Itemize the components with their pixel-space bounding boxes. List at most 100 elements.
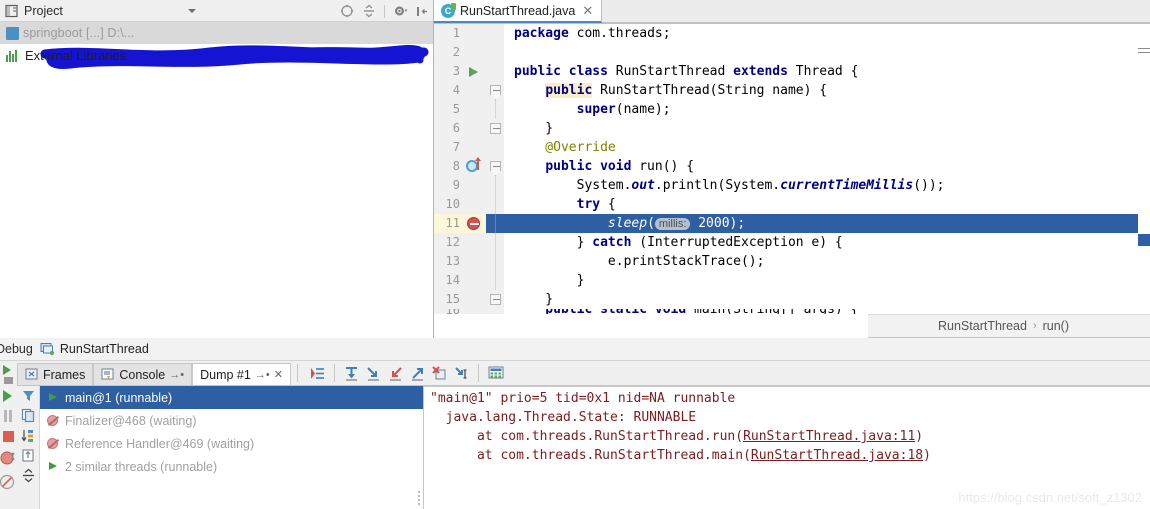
filter-icon[interactable] xyxy=(21,388,36,403)
project-panel-toolbar xyxy=(340,0,429,22)
stack-trace-link[interactable]: RunStartThread.java:18 xyxy=(751,448,923,463)
gutter-marker[interactable] xyxy=(464,252,486,271)
code-text: } xyxy=(514,121,554,136)
tree-row-module[interactable]: springboot [...] D:\... xyxy=(0,22,433,44)
line-number: 6 xyxy=(434,119,464,138)
gutter-marker[interactable] xyxy=(464,290,486,309)
gutter-marker[interactable] xyxy=(464,81,486,100)
gutter-marker[interactable] xyxy=(464,309,486,314)
export-threads-icon[interactable] xyxy=(310,366,325,381)
fold-gutter[interactable] xyxy=(486,176,504,195)
thread-list-item[interactable]: Finalizer@468 (waiting) xyxy=(40,409,423,432)
pin-tab-icon[interactable]: →• xyxy=(169,369,184,381)
fold-gutter[interactable] xyxy=(486,309,504,314)
fold-gutter[interactable] xyxy=(486,252,504,271)
line-number: 15 xyxy=(434,290,464,309)
gutter-marker[interactable] xyxy=(464,271,486,290)
fold-gutter[interactable] xyxy=(486,81,504,100)
stack-line: at com.threads.RunStartThread.main(RunSt… xyxy=(430,446,1150,465)
fold-end-icon[interactable] xyxy=(490,123,501,134)
gutter-marker[interactable] xyxy=(464,176,486,195)
gutter-marker[interactable] xyxy=(464,43,486,62)
close-icon[interactable]: ✕ xyxy=(274,368,283,381)
force-step-into-icon[interactable] xyxy=(388,366,403,381)
collapse-all-icon[interactable] xyxy=(362,4,376,18)
step-over-icon[interactable] xyxy=(344,366,359,381)
fold-gutter[interactable] xyxy=(486,24,504,43)
fold-start-icon[interactable] xyxy=(490,85,501,100)
fold-gutter[interactable] xyxy=(486,62,504,81)
fold-gutter[interactable] xyxy=(486,271,504,290)
editor-tab-runstartthread[interactable]: C RunStartThread.java ✕ xyxy=(434,0,603,23)
fold-end-icon[interactable] xyxy=(490,294,501,305)
gutter-marker[interactable] xyxy=(464,195,486,214)
fold-gutter[interactable] xyxy=(486,195,504,214)
thread-list-item[interactable]: 2 similar threads (runnable) xyxy=(40,455,423,478)
fold-gutter[interactable] xyxy=(486,214,504,233)
fold-gutter[interactable] xyxy=(486,138,504,157)
gutter-marker[interactable] xyxy=(464,233,486,252)
run-to-cursor-icon[interactable] xyxy=(454,366,469,381)
gutter-marker[interactable] xyxy=(464,100,486,119)
fold-start-icon[interactable] xyxy=(490,161,501,176)
sort-icon[interactable] xyxy=(21,428,36,443)
step-out-icon[interactable] xyxy=(410,366,425,381)
line-number: 4 xyxy=(434,81,464,100)
pin-tab-icon[interactable]: →• xyxy=(255,369,270,381)
code-text: @Override xyxy=(514,140,616,155)
collapse-icon[interactable] xyxy=(21,468,36,483)
fold-gutter[interactable] xyxy=(486,100,504,119)
tab-dump-1[interactable]: Dump #1 →• ✕ xyxy=(192,363,291,385)
thread-dump-output[interactable]: "main@1" prio=5 tid=0x1 nid=NA runnable … xyxy=(424,386,1150,509)
drop-frame-icon[interactable] xyxy=(432,365,447,381)
gutter-marker[interactable] xyxy=(464,138,486,157)
line-number: 2 xyxy=(434,43,464,62)
editor-tab-label: RunStartThread.java xyxy=(460,3,576,18)
thread-list-item[interactable]: Reference Handler@469 (waiting) xyxy=(40,432,423,455)
tree-row-external-libraries[interactable]: External Libraries xyxy=(0,44,433,66)
code-line: 14 } xyxy=(434,271,1150,290)
gutter-marker[interactable] xyxy=(464,24,486,43)
export-icon[interactable] xyxy=(21,448,36,463)
stack-line: "main@1" prio=5 tid=0x1 nid=NA runnable xyxy=(430,391,736,406)
fold-gutter[interactable] xyxy=(486,43,504,62)
locate-icon[interactable] xyxy=(340,4,354,18)
resize-grip[interactable] xyxy=(418,491,420,505)
gutter-marker[interactable] xyxy=(464,157,486,176)
chevron-down-icon[interactable] xyxy=(188,9,196,13)
line-number: 7 xyxy=(434,138,464,157)
fold-gutter[interactable] xyxy=(486,233,504,252)
gutter-marker[interactable] xyxy=(464,62,486,81)
breakpoint-disabled-icon[interactable] xyxy=(467,217,480,230)
fold-gutter[interactable] xyxy=(486,119,504,138)
thread-running-icon xyxy=(46,460,60,473)
editor-marker-margin[interactable] xyxy=(1138,48,1150,314)
gutter-marker[interactable] xyxy=(464,119,486,138)
breadcrumb-class[interactable]: RunStartThread xyxy=(938,319,1027,333)
gutter-marker[interactable] xyxy=(464,214,486,233)
code-editor[interactable]: 1 package com.threads; 2 3 public class … xyxy=(434,24,1150,314)
line-number: 5 xyxy=(434,100,464,119)
override-arrow-icon xyxy=(475,157,481,170)
copy-icon[interactable] xyxy=(21,408,36,423)
breadcrumb-method[interactable]: run() xyxy=(1043,319,1069,333)
run-gutter-icon[interactable] xyxy=(469,67,478,77)
settings-gear-icon[interactable] xyxy=(393,4,408,18)
fold-gutter[interactable] xyxy=(486,157,504,176)
debug-configuration-name[interactable]: RunStartThread xyxy=(60,342,149,356)
thread-list-item[interactable]: main@1 (runnable) xyxy=(40,386,423,409)
hide-panel-icon[interactable] xyxy=(415,4,429,18)
fold-gutter[interactable] xyxy=(486,290,504,309)
debug-tool-window-label[interactable]: Debug xyxy=(0,342,33,356)
toolbar-divider xyxy=(384,4,385,18)
evaluate-expression-icon[interactable] xyxy=(488,366,504,381)
step-into-icon[interactable] xyxy=(366,366,381,381)
stack-trace-link[interactable]: RunStartThread.java:11 xyxy=(743,429,915,444)
line-number: 14 xyxy=(434,271,464,290)
close-icon[interactable]: ✕ xyxy=(582,4,593,17)
thread-list[interactable]: main@1 (runnable) Finalizer@468 (waiting… xyxy=(40,386,424,509)
debug-actions-strip xyxy=(0,386,17,509)
tab-console[interactable]: Console →• xyxy=(93,363,193,385)
tab-frames[interactable]: Frames xyxy=(17,363,94,385)
